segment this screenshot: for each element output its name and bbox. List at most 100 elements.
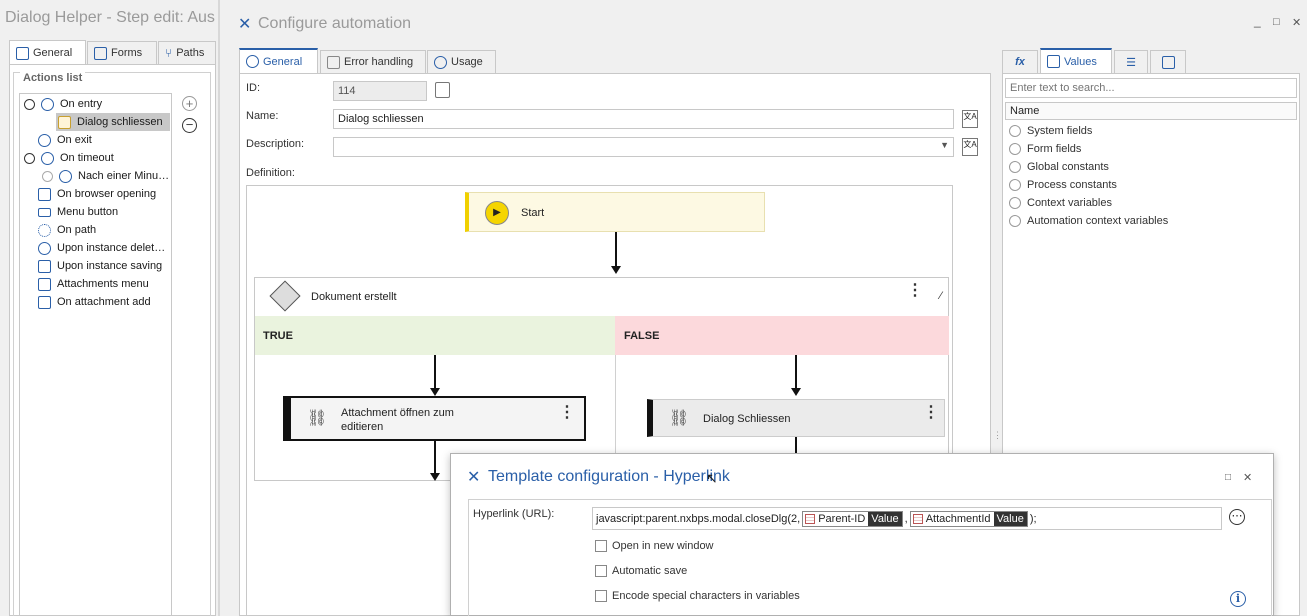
- action-on-timeout[interactable]: On timeout: [24, 149, 114, 167]
- false-action-node[interactable]: ⛓ Dialog Schliessen ⋮: [647, 399, 945, 437]
- condition-block[interactable]: [254, 277, 949, 481]
- true-out-arrow: [430, 473, 440, 481]
- action-on-entry[interactable]: On entry: [24, 95, 102, 113]
- values-item-automation-context-variables[interactable]: Automation context variables: [1009, 215, 1168, 227]
- action-on-path[interactable]: On path: [38, 221, 96, 239]
- template-close-button[interactable]: ✕: [1243, 471, 1252, 484]
- description-field[interactable]: ▼: [333, 137, 954, 157]
- translate-name-icon[interactable]: 文A: [962, 110, 978, 128]
- values-item-label: System fields: [1027, 125, 1093, 137]
- expand-icon[interactable]: [1009, 179, 1021, 191]
- expand-icon[interactable]: [1009, 143, 1021, 155]
- tab-form[interactable]: [1150, 50, 1186, 73]
- exit-icon: [38, 133, 51, 147]
- clock-icon: [59, 169, 72, 183]
- close-button[interactable]: ✕: [1292, 16, 1301, 29]
- values-item-label: Form fields: [1027, 143, 1082, 155]
- action-label: On attachment add: [57, 296, 151, 308]
- expand-icon[interactable]: [1009, 125, 1021, 137]
- action-upon-instance-saving[interactable]: Upon instance saving: [38, 257, 162, 275]
- values-item-process-constants[interactable]: Process constants: [1009, 179, 1117, 191]
- true-arrow: [430, 388, 440, 396]
- add-action-button[interactable]: +: [182, 96, 197, 111]
- values-search-input[interactable]: [1005, 78, 1297, 98]
- left-tab-paths-label: Paths: [176, 47, 205, 59]
- form-icon: [1161, 55, 1175, 69]
- expand-icon[interactable]: [1009, 161, 1021, 173]
- collapse-condition-icon[interactable]: ⁄: [940, 290, 942, 302]
- wrench-icon: ✕: [238, 16, 252, 33]
- automatic-save-label: Automatic save: [612, 565, 688, 577]
- action-label: On entry: [60, 98, 103, 110]
- values-item-form-fields[interactable]: Form fields: [1009, 143, 1081, 155]
- clock-icon: [41, 151, 54, 165]
- path-icon: [38, 223, 51, 237]
- tab-general[interactable]: General: [239, 48, 318, 73]
- action-on-exit[interactable]: On exit: [38, 131, 92, 149]
- tab-fx[interactable]: fx: [1002, 50, 1038, 73]
- expand-icon[interactable]: [42, 170, 53, 182]
- values-item-system-fields[interactable]: System fields: [1009, 125, 1092, 137]
- action-on-browser-opening[interactable]: On browser opening: [38, 185, 156, 203]
- values-item-label: Context variables: [1027, 197, 1112, 209]
- translate-description-icon[interactable]: 文A: [962, 138, 978, 156]
- id-field: 114: [333, 81, 427, 101]
- tab-usage[interactable]: Usage: [427, 50, 496, 73]
- condition-menu-icon[interactable]: ⋮: [907, 283, 923, 299]
- action-on-attachment-add[interactable]: On attachment add: [38, 293, 151, 311]
- true-action-menu-icon[interactable]: ⋮: [559, 405, 575, 421]
- remove-action-button[interactable]: −: [182, 118, 197, 133]
- name-field[interactable]: Dialog schliessen: [333, 109, 954, 129]
- left-tab-general[interactable]: General: [9, 40, 86, 65]
- info-icon[interactable]: i: [1230, 591, 1246, 607]
- true-action-node[interactable]: ⛓ Attachment öffnen zum editieren ⋮: [283, 396, 586, 441]
- true-out-connector: [434, 441, 436, 474]
- expand-icon[interactable]: [1009, 215, 1021, 227]
- maximize-button[interactable]: □: [1273, 16, 1280, 28]
- expand-icon[interactable]: [1009, 197, 1021, 209]
- more-options-button[interactable]: ⋯: [1229, 509, 1245, 525]
- action-dialog-schliessen[interactable]: Dialog schliessen: [56, 113, 170, 131]
- url-separator: ,: [904, 512, 908, 525]
- splitter-grip[interactable]: ⋮: [993, 430, 1002, 441]
- tab-list[interactable]: ☰: [1114, 50, 1148, 73]
- collapse-icon[interactable]: [24, 98, 35, 110]
- encode-special-checkbox[interactable]: [595, 590, 607, 602]
- action-menu-button[interactable]: Menu button: [38, 203, 118, 221]
- open-new-window-checkbox[interactable]: [595, 540, 607, 552]
- list-icon: ☰: [1126, 56, 1136, 69]
- values-column-header: Name: [1005, 102, 1297, 120]
- play-icon: ▶: [485, 201, 509, 225]
- attachment-id-token[interactable]: AttachmentId Value: [909, 510, 1028, 527]
- action-label: Upon instance saving: [57, 260, 163, 272]
- start-node[interactable]: ▶ Start: [465, 192, 765, 232]
- values-item-global-constants[interactable]: Global constants: [1009, 161, 1109, 173]
- template-dialog-title: Template configuration - Hyperlink: [488, 468, 730, 485]
- action-upon-instance-delete[interactable]: Upon instance delet…: [38, 239, 165, 257]
- forms-tab-icon: [94, 46, 107, 60]
- delete-circle-icon: [38, 241, 51, 255]
- true-connector: [434, 355, 436, 388]
- action-attachments-menu[interactable]: Attachments menu: [38, 275, 149, 293]
- values-item-label: Global constants: [1027, 161, 1109, 173]
- hyperlink-input[interactable]: javascript:parent.nxbps.modal.closeDlg(2…: [592, 507, 1222, 530]
- hyperlink-label: Hyperlink (URL):: [473, 508, 555, 520]
- minimize-button[interactable]: _: [1254, 14, 1261, 28]
- tab-error-handling[interactable]: Error handling: [320, 50, 426, 73]
- parent-id-token[interactable]: Parent-ID Value: [802, 510, 903, 527]
- left-tab-forms[interactable]: Forms: [87, 41, 157, 64]
- values-item-context-variables[interactable]: Context variables: [1009, 197, 1112, 209]
- false-label: FALSE: [624, 330, 660, 342]
- action-nach-einer-minute[interactable]: Nach einer Minu…: [42, 167, 169, 185]
- copy-id-icon[interactable]: [435, 82, 450, 98]
- tab-values[interactable]: Values: [1040, 48, 1112, 73]
- false-action-menu-icon[interactable]: ⋮: [923, 405, 939, 421]
- left-tab-paths[interactable]: ⑂ Paths: [158, 41, 216, 64]
- automatic-save-checkbox[interactable]: [595, 565, 607, 577]
- grid-icon: [912, 513, 923, 524]
- false-branch-header: [615, 316, 949, 355]
- attachment-icon: [38, 277, 51, 291]
- chevron-down-icon[interactable]: ▼: [940, 140, 949, 150]
- template-maximize-button[interactable]: □: [1225, 472, 1231, 483]
- collapse-icon[interactable]: [24, 152, 35, 164]
